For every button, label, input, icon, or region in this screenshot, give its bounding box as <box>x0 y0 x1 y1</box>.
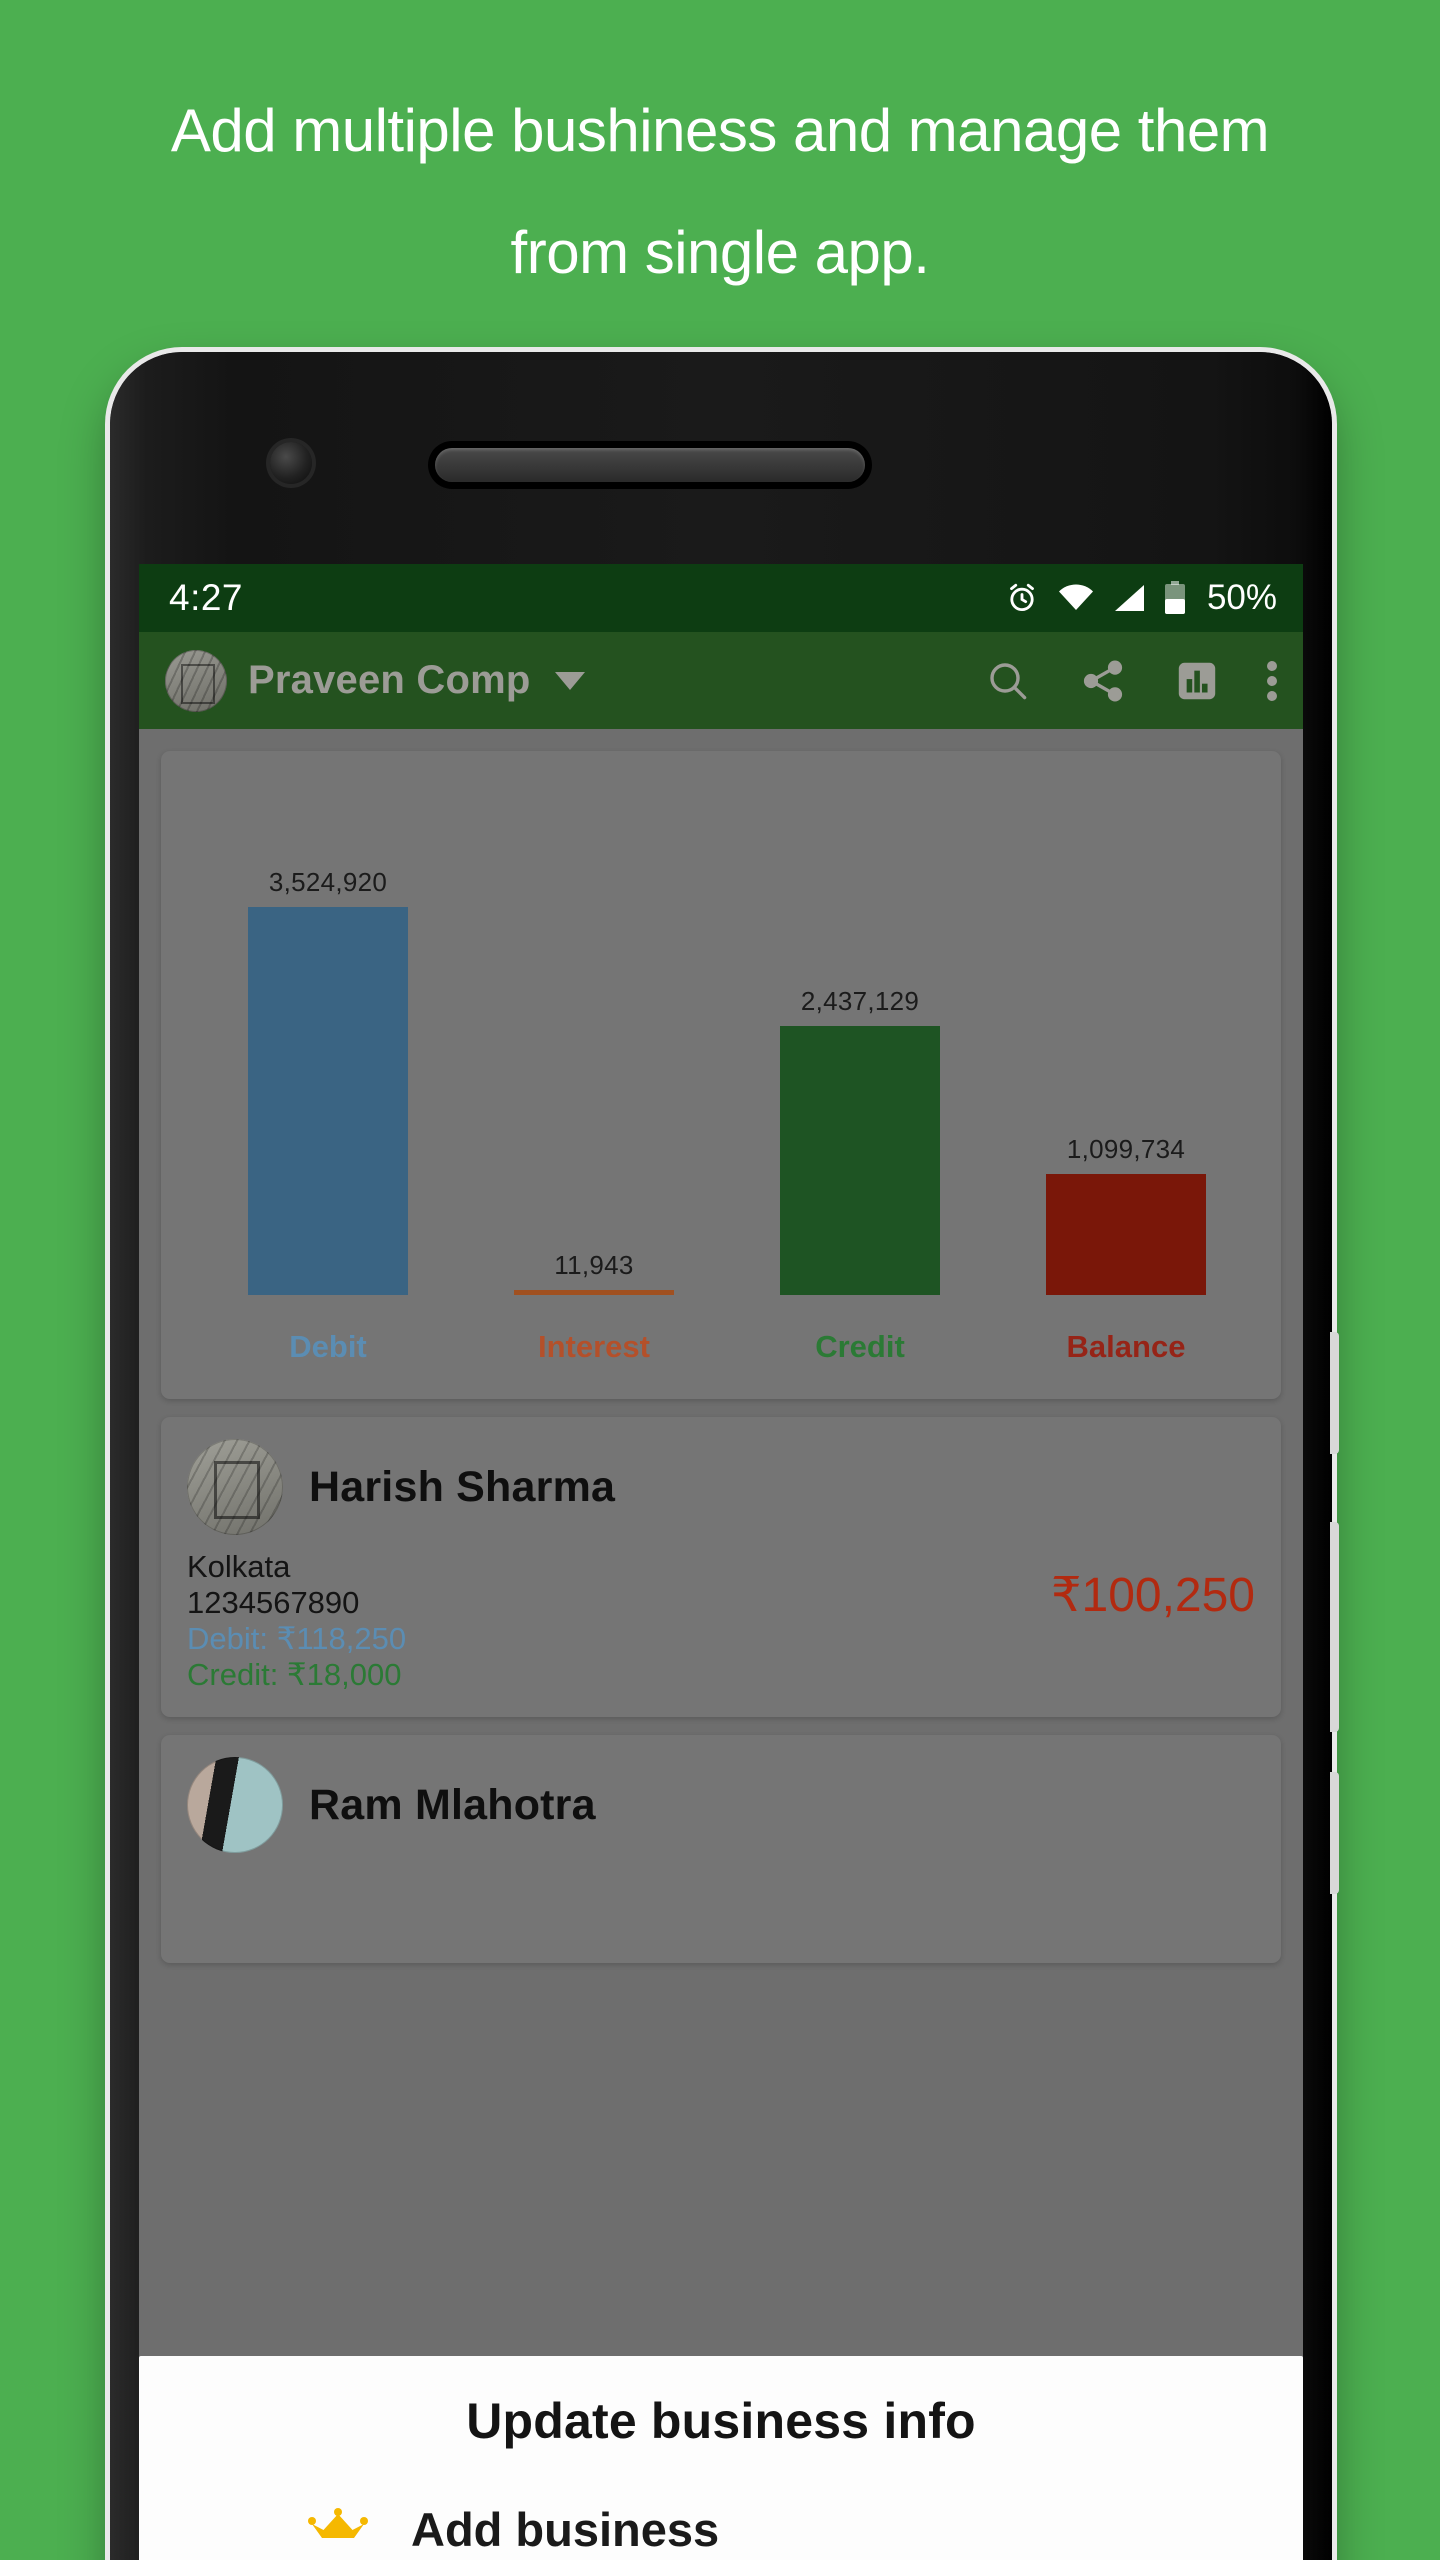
avatar <box>187 1439 283 1535</box>
contact-header: Harish Sharma <box>187 1439 1255 1535</box>
alarm-icon <box>1005 581 1039 615</box>
volume-up-button[interactable] <box>1330 1332 1339 1454</box>
contact-name: Ram Mlahotra <box>309 1780 596 1829</box>
power-button[interactable] <box>1330 1772 1339 1894</box>
status-bar: 4:27 50% <box>139 564 1303 632</box>
contact-info-lines <box>187 1867 196 1939</box>
share-icon[interactable] <box>1079 657 1127 705</box>
axis-label-credit: Credit <box>815 1329 905 1364</box>
bar-value-credit: 2,437,129 <box>800 985 920 1016</box>
bottom-sheet-title: Update business info <box>466 2393 976 2449</box>
business-selector[interactable]: Praveen Comp <box>165 649 984 712</box>
main-content: 3,524,920 11,943 2,437,129 1,099,734 Deb… <box>139 729 1303 2560</box>
summary-chart-card[interactable]: 3,524,920 11,943 2,437,129 1,099,734 Deb… <box>161 751 1281 1399</box>
bar-interest <box>514 1290 674 1295</box>
toolbar-actions <box>984 656 1277 706</box>
axis-label-balance: Balance <box>1066 1329 1186 1364</box>
business-avatar-icon <box>165 649 227 712</box>
battery-icon <box>1164 581 1186 615</box>
contact-debit: Debit: ₹118,250 <box>187 1621 407 1656</box>
phone-top-bezel <box>110 352 1332 564</box>
avatar <box>187 1757 283 1853</box>
phone-mockup: 4:27 50% Praveen Comp 3,524,920 11,943 2… <box>110 352 1339 2560</box>
bar-value-debit: 3,524,920 <box>268 866 388 897</box>
business-name-label: Praveen Comp <box>248 658 531 702</box>
list-item[interactable]: Harish Sharma Kolkata 1234567890 Debit: … <box>161 1417 1281 1717</box>
bar-column-credit: 2,437,129 <box>727 791 993 1295</box>
promo-headline: Add multiple bushiness and manage them f… <box>0 70 1440 314</box>
bar-credit <box>780 1025 940 1295</box>
bar-column-debit: 3,524,920 <box>195 791 461 1295</box>
headline-line-2: from single app. <box>510 219 930 286</box>
bar-value-interest: 11,943 <box>554 1250 634 1281</box>
sheet-item-label: Add business <box>411 2503 720 2556</box>
overflow-menu-icon[interactable] <box>1267 656 1277 706</box>
contact-credit: Credit: ₹18,000 <box>187 1657 402 1692</box>
app-toolbar: Praveen Comp <box>139 632 1303 729</box>
bar-chart-bars: 3,524,920 11,943 2,437,129 1,099,734 <box>195 791 1259 1295</box>
contact-details: Kolkata 1234567890 Debit: ₹118,250 Credi… <box>187 1549 1255 1693</box>
bar-chart-icon[interactable] <box>1174 658 1220 704</box>
phone-screen: 4:27 50% Praveen Comp 3,524,920 11,943 2… <box>139 564 1303 2560</box>
front-camera-icon <box>270 442 312 484</box>
crown-icon <box>307 2507 369 2552</box>
headline-line-1: Add multiple bushiness and manage them <box>170 97 1270 164</box>
earpiece-speaker <box>435 448 865 482</box>
bottom-sheet: Update business info Add business <box>139 2356 1303 2560</box>
contact-city: Kolkata <box>187 1549 291 1584</box>
bar-balance <box>1046 1173 1206 1295</box>
bar-value-balance: 1,099,734 <box>1066 1133 1186 1164</box>
status-icons: 50% <box>1005 578 1277 618</box>
search-icon[interactable] <box>984 657 1032 705</box>
contact-info-lines: Kolkata 1234567890 Debit: ₹118,250 Credi… <box>187 1549 406 1693</box>
status-clock: 4:27 <box>169 577 244 618</box>
signal-icon <box>1113 584 1145 612</box>
bar-column-balance: 1,099,734 <box>993 791 1259 1295</box>
bar-debit <box>248 906 408 1295</box>
volume-down-button[interactable] <box>1330 1522 1339 1732</box>
wifi-icon <box>1058 584 1094 612</box>
contact-balance-amount: ₹100,250 <box>1050 1569 1255 1622</box>
contact-phone: 1234567890 <box>187 1585 360 1620</box>
contact-name: Harish Sharma <box>309 1462 616 1511</box>
bar-column-interest: 11,943 <box>461 791 727 1295</box>
contact-details <box>187 1867 1255 1939</box>
battery-percent: 50% <box>1206 578 1277 617</box>
chart-axis-labels: Debit Interest Credit Balance <box>195 1323 1259 1371</box>
axis-label-interest: Interest <box>538 1329 650 1364</box>
chevron-down-icon[interactable] <box>554 671 585 690</box>
axis-label-debit: Debit <box>289 1329 367 1364</box>
contact-header: Ram Mlahotra <box>187 1757 1255 1853</box>
bar-chart-plot: 3,524,920 11,943 2,437,129 1,099,734 <box>195 791 1259 1295</box>
sheet-item-add-business[interactable]: Add business <box>139 2450 1303 2557</box>
list-item[interactable]: Ram Mlahotra <box>161 1735 1281 1963</box>
